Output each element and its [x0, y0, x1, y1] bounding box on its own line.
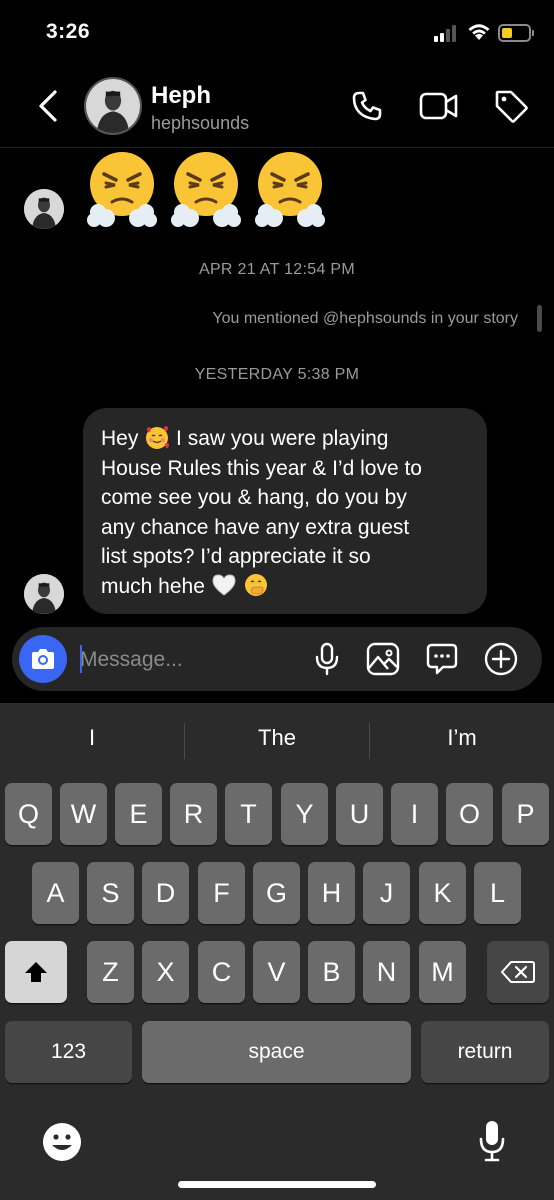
suggestion-1[interactable]: I [0, 725, 184, 751]
video-call-button[interactable] [419, 86, 459, 126]
text-cursor [80, 645, 82, 673]
chat-header: Heph hephsounds [0, 66, 554, 148]
message-text: come see you & hang, do you by [101, 486, 407, 509]
key-m[interactable]: M [419, 941, 466, 1003]
dictation-button[interactable] [470, 1116, 514, 1166]
contact-name[interactable]: Heph [151, 82, 211, 110]
key-l[interactable]: L [474, 862, 521, 924]
predictive-bar: I The I’m [0, 703, 554, 779]
key-q[interactable]: Q [5, 783, 52, 845]
gallery-icon [366, 642, 400, 676]
sender-avatar[interactable] [24, 189, 64, 229]
message-composer [12, 627, 542, 691]
timestamp: YESTERDAY 5:38 PM [194, 366, 360, 383]
face-with-steam-from-nose-emoji [171, 152, 241, 227]
camera-button[interactable] [19, 635, 67, 683]
key-w[interactable]: W [60, 783, 107, 845]
key-a[interactable]: A [32, 862, 79, 924]
keyboard: I The I’m Q W E R T Y U I O P A S D F G … [0, 703, 554, 1200]
key-i[interactable]: I [391, 783, 438, 845]
sender-avatar[interactable] [24, 574, 64, 614]
emoji-message[interactable] [86, 150, 326, 228]
back-chevron-icon [39, 90, 57, 122]
shift-icon [25, 962, 47, 982]
message-input[interactable] [80, 645, 280, 675]
key-o[interactable]: O [446, 783, 493, 845]
status-time: 3:26 [46, 20, 91, 43]
face-with-hand-over-mouth-emoji [244, 573, 267, 596]
key-u[interactable]: U [336, 783, 383, 845]
white-heart-emoji [212, 573, 236, 596]
tag-button[interactable] [491, 86, 531, 126]
numbers-key[interactable]: 123 [5, 1021, 132, 1083]
key-x[interactable]: X [142, 941, 189, 1003]
back-button[interactable] [30, 84, 66, 128]
home-indicator[interactable] [178, 1181, 376, 1188]
key-d[interactable]: D [142, 862, 189, 924]
message-bubble[interactable]: Hey I saw you were playing House Rules t… [83, 408, 487, 614]
phone-icon [352, 91, 382, 121]
key-k[interactable]: K [419, 862, 466, 924]
profile-avatar[interactable] [84, 77, 142, 135]
message-text: Hey [101, 427, 139, 450]
message-text: any chance have any extra guest [101, 515, 410, 539]
video-camera-icon [419, 92, 458, 120]
key-s[interactable]: S [87, 862, 134, 924]
tag-icon [495, 90, 528, 123]
key-b[interactable]: B [308, 941, 355, 1003]
microphone-icon [315, 642, 339, 676]
key-r[interactable]: R [170, 783, 217, 845]
key-p[interactable]: P [502, 783, 549, 845]
message-text: I saw you were playing [176, 427, 389, 450]
scroll-indicator [537, 305, 542, 332]
shift-key[interactable] [5, 941, 67, 1003]
timestamp: APR 21 AT 12:54 PM [198, 261, 355, 278]
battery-fill [502, 28, 512, 38]
contact-handle[interactable]: hephsounds [151, 113, 249, 134]
backspace-key[interactable] [487, 941, 549, 1003]
key-f[interactable]: F [198, 862, 245, 924]
gallery-button[interactable] [365, 641, 401, 677]
plus-icon [484, 642, 518, 676]
more-options-button[interactable] [483, 641, 519, 677]
key-v[interactable]: V [253, 941, 300, 1003]
key-n[interactable]: N [363, 941, 410, 1003]
face-with-steam-from-nose-emoji [87, 152, 157, 227]
sticker-icon [426, 643, 458, 675]
key-e[interactable]: E [115, 783, 162, 845]
key-c[interactable]: C [198, 941, 245, 1003]
emoji-keyboard-button[interactable] [40, 1120, 84, 1164]
key-z[interactable]: Z [87, 941, 134, 1003]
emoji-keyboard-icon [43, 1123, 81, 1161]
return-key[interactable]: return [421, 1021, 549, 1083]
face-with-steam-from-nose-emoji [255, 152, 325, 227]
key-g[interactable]: G [253, 862, 300, 924]
smiling-face-with-hearts-emoji [146, 426, 170, 449]
camera-icon [32, 649, 54, 669]
suggestion-3[interactable]: I’m [370, 725, 554, 751]
call-button[interactable] [347, 86, 387, 126]
battery-icon [498, 24, 534, 42]
key-h[interactable]: H [308, 862, 355, 924]
message-text: much hehe [101, 574, 205, 598]
suggestion-2[interactable]: The [185, 725, 369, 751]
dictation-microphone-icon [479, 1121, 505, 1162]
message-text: list spots? I’d appreciate it so [101, 545, 371, 568]
cellular-signal-icon [434, 24, 460, 42]
backspace-icon [501, 961, 535, 983]
wifi-icon [466, 21, 492, 46]
space-key[interactable]: space [142, 1021, 411, 1083]
key-t[interactable]: T [225, 783, 272, 845]
story-mention-note[interactable]: You mentioned @hephsounds in your story [212, 310, 518, 328]
message-text: House Rules this year & I’d love to [101, 456, 422, 480]
key-y[interactable]: Y [281, 783, 328, 845]
status-bar: 3:26 [0, 0, 554, 66]
key-j[interactable]: J [363, 862, 410, 924]
sticker-button[interactable] [424, 641, 460, 677]
voice-message-button[interactable] [309, 641, 345, 677]
